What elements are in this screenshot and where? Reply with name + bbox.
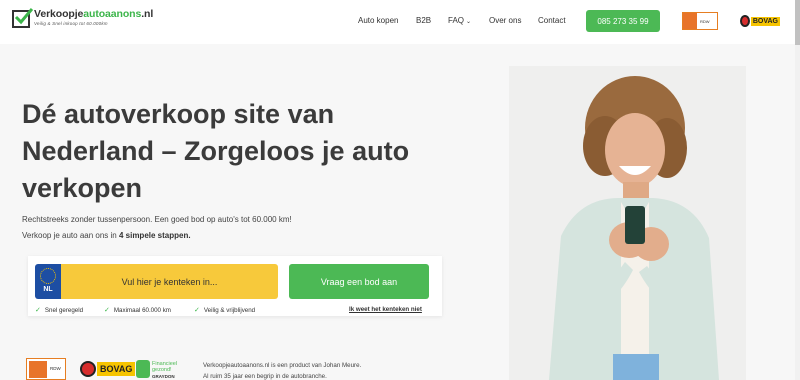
rdw-flag-icon [29,361,47,378]
usp-item: ✓ Maximaal 60.000 km [104,306,171,315]
request-offer-button[interactable]: Vraag een bod aan [289,264,429,299]
usp-item: ✓ Veilig & vrijblijvend [194,306,256,315]
rdw-flag-icon [683,13,697,29]
logo-wordmark: Verkoopjeautoaanons.nl [34,8,154,20]
nav-auto-kopen[interactable]: Auto kopen [358,16,398,25]
bovag-circle-icon [740,15,750,27]
rdw-badge: RDW [682,12,718,30]
check-icon: ✓ [104,307,110,314]
bovag-logo: BOVAG [80,361,136,377]
rdw-label: RDW [50,366,61,371]
plate-country: NL [43,286,53,293]
financial-title: Financieel gezond! [152,361,178,373]
rdw-logo: RDW [26,358,66,380]
plate-input[interactable]: Vul hier je kenteken in... [61,264,278,299]
site-logo[interactable]: Verkoopjeautoaanons.nl Veilig & Snel ink… [12,8,154,28]
logo-tagline: Veilig & Snel inkoop tot 60.000km [34,20,108,26]
bovag-label: BOVAG [97,362,136,376]
usp-item: ✓ Snel geregeld [35,306,84,315]
check-icon: ✓ [194,307,200,314]
nav-contact[interactable]: Contact [538,16,566,25]
bovag-label: BOVAG [750,16,780,26]
bovag-circle-icon [80,361,96,377]
nav-b2b[interactable]: B2B [416,16,431,25]
site-header: Verkoopjeautoaanons.nl Veilig & Snel ink… [0,0,795,44]
scrollbar-thumb[interactable] [795,0,800,45]
financial-sub: GRAYDON [152,374,175,379]
nav-faq[interactable]: FAQ ⌄ [448,16,471,25]
hero-subtitle: Rechtstreeks zonder tussenpersoon. Een g… [22,215,292,224]
bovag-badge: BOVAG [740,14,780,28]
hero-photo [509,66,746,380]
about-line: Al ruim 35 jaar een begrip in de autobra… [203,373,327,380]
chevron-down-icon: ⌄ [466,19,472,25]
license-plate-field[interactable]: NL Vul hier je kenteken in... [35,264,278,299]
nav-faq-label: FAQ [448,16,465,25]
graydon-icon [136,360,150,378]
phone-button[interactable]: 085 273 35 99 [586,10,660,32]
rdw-label: RDW [700,18,710,24]
unknown-plate-link[interactable]: Ik weet het kenteken niet [349,306,422,313]
check-icon: ✓ [35,307,41,314]
financial-health-badge: Financieel gezond! GRAYDON [136,359,186,380]
eu-plate-band: NL [35,264,61,299]
hero-title: Dé autoverkoop site van Nederland – Zorg… [22,99,410,203]
checkbox-logo-icon [12,8,33,28]
eu-stars-icon [40,268,56,284]
hero-steps-line: Verkoop je auto aan ons in 4 simpele sta… [22,231,191,240]
nav-over-ons[interactable]: Over ons [489,16,521,25]
about-line: Verkoopjeautoaanons.nl is een product va… [203,362,362,369]
page-scrollbar[interactable] [795,0,800,380]
